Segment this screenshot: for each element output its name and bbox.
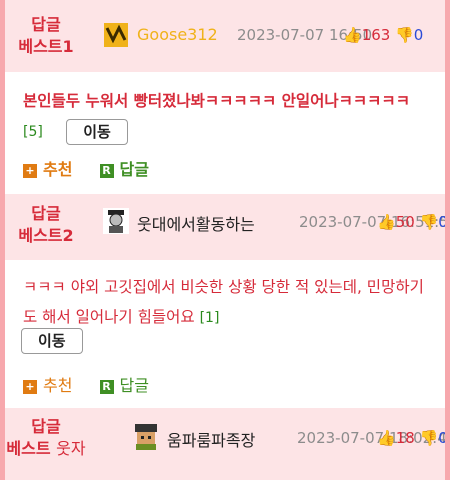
badge-line2: 베스트 [6, 439, 51, 458]
move-button[interactable]: 이동 [66, 118, 128, 145]
plus-icon: + [23, 163, 37, 178]
downvote-count: 0 [438, 213, 445, 231]
comment-content: ㅋㅋㅋ 야외 고깃집에서 비슷한 상황 당한 적 있는데, 민망하기도 해서 일… [23, 278, 424, 326]
nickname[interactable]: 움파룸파족장 [167, 427, 255, 451]
gold-level-icon [104, 23, 128, 47]
thumb-down-icon[interactable]: 👎 [420, 213, 439, 231]
badge-line2: 베스트2 [18, 226, 74, 245]
thumb-down-icon[interactable]: 👎 [420, 429, 439, 447]
reply-icon: R [99, 163, 114, 178]
comment-header: 답글 베스트1 Goose312 2023-07-07 16:50 👍163 👎… [5, 0, 445, 72]
vote-counts: 👍50 👎0 [377, 213, 445, 231]
badge-line1: 답글 [31, 417, 61, 436]
badge-line2: 베스트1 [18, 37, 74, 56]
upvote-count: 163 [361, 26, 391, 44]
vote-counts: 👍18 👎0 [377, 429, 445, 447]
reply-count: [5] [23, 124, 43, 140]
badge-sub: 웃자 [56, 439, 86, 458]
move-wrap: 이동 [21, 328, 83, 354]
reply-label: 답글 [119, 160, 149, 179]
upvote-count: 18 [395, 429, 415, 447]
recommend-label: 추천 [43, 160, 73, 179]
recommend-button[interactable]: + 추천 [23, 156, 72, 180]
reply-count: [1] [199, 310, 220, 326]
downvote-count: 0 [413, 26, 424, 44]
reply-button[interactable]: R 답글 [99, 372, 149, 396]
comment-body: ㅋㅋㅋ 야외 고깃집에서 비슷한 상황 당한 적 있는데, 민망하기도 해서 일… [5, 260, 445, 408]
comment-list: 답글 베스트1 Goose312 2023-07-07 16:50 👍163 👎… [5, 0, 445, 480]
thumb-up-icon[interactable]: 👍 [377, 213, 396, 231]
comment-text: 본인들두 누워서 빵터졌나봐ㅋㅋㅋㅋㅋ 안일어나ㅋㅋㅋㅋㅋ [5] 이동 [23, 86, 433, 147]
pixel-avatar-icon [135, 424, 157, 450]
nickname[interactable]: 웃대에서활동하는 [137, 211, 255, 235]
recommend-label: 추천 [43, 376, 73, 395]
thumb-up-icon[interactable]: 👍 [343, 26, 362, 44]
plus-icon: + [23, 379, 37, 394]
move-button[interactable]: 이동 [21, 328, 83, 354]
badge-line1: 답글 [31, 15, 61, 34]
comment-header: 답글 베스트2 웃대에서활동하는 2023-07-07 16:51:52 👍50… [5, 194, 445, 260]
badge-line1: 답글 [31, 204, 61, 223]
reply-button[interactable]: R 답글 [99, 156, 149, 180]
downvote-count: 0 [438, 429, 445, 447]
thumb-up-icon[interactable]: 👍 [377, 429, 396, 447]
comment-actions: + 추천 R 답글 [23, 156, 171, 180]
best-badge: 답글 베스트2 [5, 203, 87, 247]
recommend-button[interactable]: + 추천 [23, 372, 72, 396]
reply-icon: R [99, 379, 114, 394]
thumb-down-icon[interactable]: 👎 [395, 26, 414, 44]
best-badge: 답글 베스트 웃자 [5, 416, 87, 460]
professor-avatar-icon [103, 208, 129, 234]
vote-counts: 👍163 👎0 [343, 26, 423, 44]
reply-label: 답글 [119, 376, 149, 395]
comment-text: ㅋㅋㅋ 야외 고깃집에서 비슷한 상황 당한 적 있는데, 민망하기도 해서 일… [23, 272, 433, 333]
comment-header: 답글 베스트 웃자 움파룸파족장 2023-07-07 18:02:45 👍18… [5, 408, 445, 480]
best-badge: 답글 베스트1 [5, 14, 87, 58]
comment-body: 본인들두 누워서 빵터졌나봐ㅋㅋㅋㅋㅋ 안일어나ㅋㅋㅋㅋㅋ [5] 이동 + 추천… [5, 72, 445, 194]
nickname[interactable]: Goose312 [137, 25, 218, 44]
comment-actions: + 추천 R 답글 [23, 372, 171, 396]
upvote-count: 50 [395, 213, 415, 231]
comment-content: 본인들두 누워서 빵터졌나봐ㅋㅋㅋㅋㅋ 안일어나ㅋㅋㅋㅋㅋ [23, 92, 410, 110]
